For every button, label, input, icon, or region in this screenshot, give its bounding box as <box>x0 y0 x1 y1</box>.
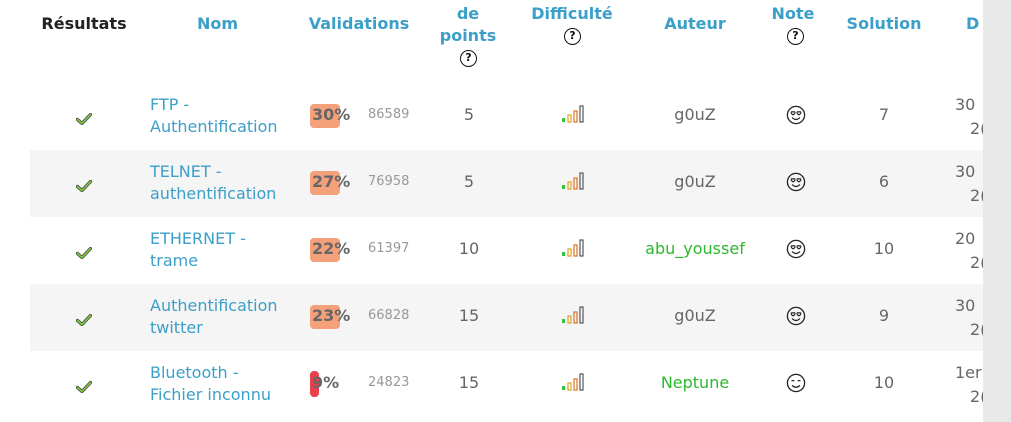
solution-count[interactable]: 7 <box>850 105 918 124</box>
author-link[interactable]: g0uZ <box>625 306 765 325</box>
validation-count: 24823 <box>368 375 410 390</box>
validation-count: 76958 <box>368 174 410 189</box>
check-icon <box>76 180 92 192</box>
challenge-name-line2[interactable]: Authentification <box>150 116 278 138</box>
author-link[interactable]: abu_youssef <box>625 239 765 258</box>
author-link[interactable]: Neptune <box>625 373 765 392</box>
difficulty-help-icon[interactable]: ? <box>564 28 581 45</box>
challenge-name-line2[interactable]: twitter <box>150 317 203 339</box>
header-nom[interactable]: Nom <box>180 13 255 35</box>
challenge-name-line1[interactable]: Authentification <box>150 295 278 317</box>
validation-percent: 22% <box>312 239 351 258</box>
header-validations[interactable]: Validations <box>300 13 418 35</box>
date-line1: 1er <box>955 363 982 382</box>
challenges-table: Résultats Nom Validations de points ? Di… <box>0 0 983 422</box>
challenge-name-line2[interactable]: authentification <box>150 183 276 205</box>
solution-count[interactable]: 10 <box>850 373 918 392</box>
table-row: FTP - Authentification 30% 86589 5 g0uZ … <box>30 83 983 150</box>
smile-face-icon <box>786 373 806 393</box>
table-row: TELNET - authentification 27% 76958 5 g0… <box>30 150 983 217</box>
date-line1: 20 <box>955 229 976 248</box>
challenge-name-line1[interactable]: TELNET - <box>150 161 222 183</box>
header-auteur[interactable]: Auteur <box>655 13 735 35</box>
validation-percent: 9% <box>312 373 340 392</box>
difficulty-bars-icon <box>562 239 584 257</box>
validation-count: 86589 <box>368 107 410 122</box>
date-line1: 30 <box>955 162 976 181</box>
points-value: 5 <box>463 105 475 124</box>
points-value: 10 <box>458 239 480 258</box>
date-line1: 30 <box>955 95 976 114</box>
challenge-name-line2[interactable]: Fichier inconnu <box>150 384 271 406</box>
date-line2: 2( <box>970 387 983 406</box>
validation-count: 61397 <box>368 241 410 256</box>
date-line2: 2( <box>970 119 983 138</box>
header-resultats: Résultats <box>41 14 127 33</box>
validation-percent: 27% <box>312 172 351 191</box>
solution-count[interactable]: 9 <box>850 306 918 325</box>
author-link[interactable]: g0uZ <box>625 172 765 191</box>
header-solution[interactable]: Solution <box>842 13 926 35</box>
difficulty-bars-icon <box>562 373 584 391</box>
date-line2: 2( <box>970 186 983 205</box>
header-points-line2[interactable]: points <box>430 25 506 47</box>
points-value: 15 <box>458 373 480 392</box>
header-date[interactable]: D <box>966 13 983 35</box>
challenge-name-line1[interactable]: FTP - <box>150 94 189 116</box>
love-face-icon <box>786 239 806 259</box>
love-face-icon <box>786 306 806 326</box>
points-value: 15 <box>458 306 480 325</box>
table-row: Authentification twitter 23% 66828 15 g0… <box>30 284 983 351</box>
difficulty-bars-icon <box>562 306 584 324</box>
challenge-name-line1[interactable]: ETHERNET - <box>150 228 246 250</box>
validation-count: 66828 <box>368 308 410 323</box>
challenge-name-line2[interactable]: trame <box>150 250 198 272</box>
date-line2: 2( <box>970 253 983 272</box>
solution-count[interactable]: 10 <box>850 239 918 258</box>
header-difficulte[interactable]: Difficulté <box>522 3 622 25</box>
table-row: ETHERNET - trame 22% 61397 10 abu_yousse… <box>30 217 983 284</box>
header-note[interactable]: Note <box>766 3 820 25</box>
points-help-icon[interactable]: ? <box>460 50 477 67</box>
challenge-name-line1[interactable]: Bluetooth - <box>150 362 239 384</box>
love-face-icon <box>786 105 806 125</box>
author-link[interactable]: g0uZ <box>625 105 765 124</box>
date-line1: 30 <box>955 296 976 315</box>
table-header: Résultats Nom Validations de points ? Di… <box>0 0 983 82</box>
table-row: Bluetooth - Fichier inconnu 9% 24823 15 … <box>30 351 983 418</box>
check-icon <box>76 314 92 326</box>
difficulty-bars-icon <box>562 105 584 123</box>
difficulty-bars-icon <box>562 172 584 190</box>
points-value: 5 <box>463 172 475 191</box>
love-face-icon <box>786 172 806 192</box>
check-icon <box>76 113 92 125</box>
check-icon <box>76 247 92 259</box>
header-points-line1[interactable]: de <box>430 3 506 25</box>
check-icon <box>76 381 92 393</box>
vertical-scrollbar[interactable] <box>983 0 1011 422</box>
note-help-icon[interactable]: ? <box>787 28 804 45</box>
validation-percent: 23% <box>312 306 351 325</box>
date-line2: 2( <box>970 320 983 339</box>
solution-count[interactable]: 6 <box>850 172 918 191</box>
validation-percent: 30% <box>312 105 351 124</box>
